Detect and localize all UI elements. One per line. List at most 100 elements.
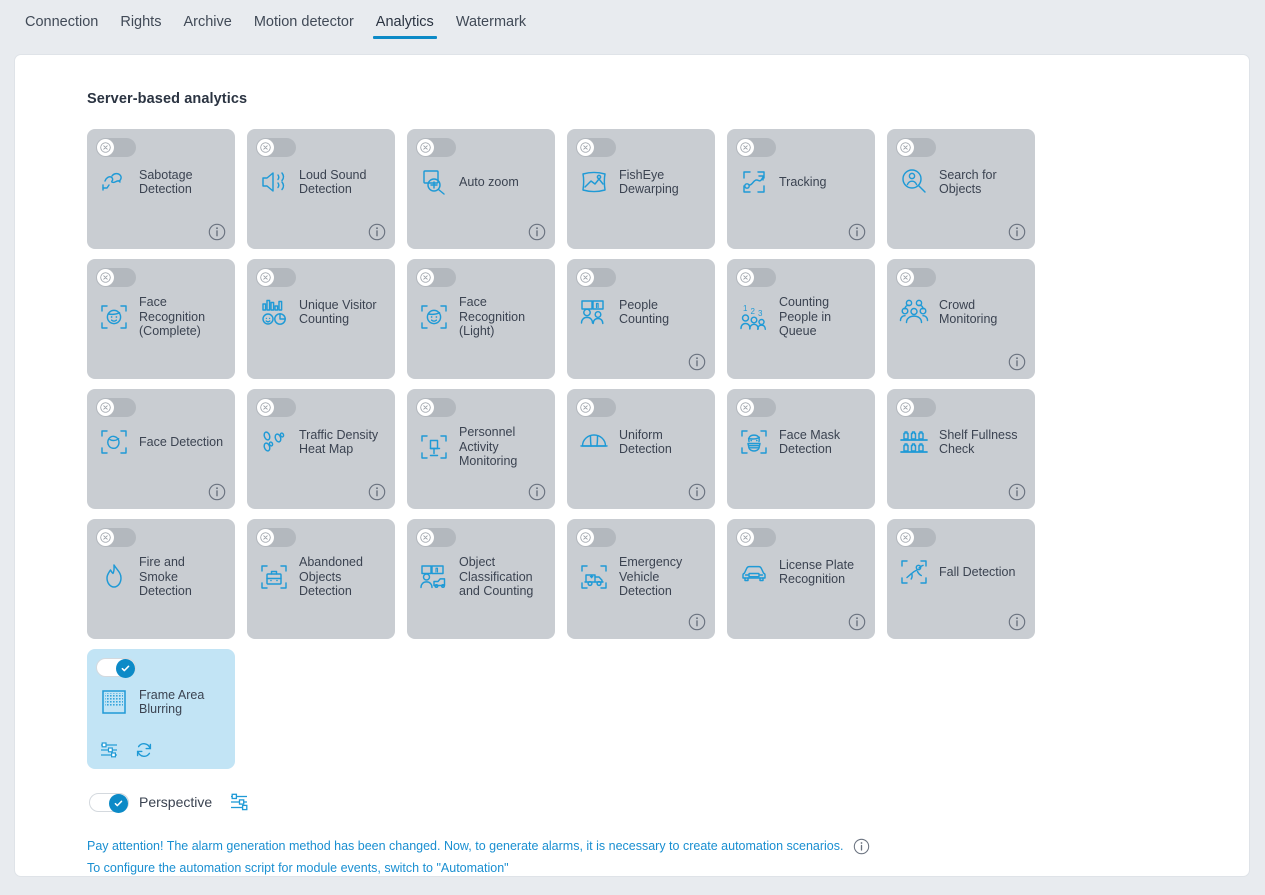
card-label: Abandoned Objects Detection xyxy=(299,555,363,598)
toggle-knob xyxy=(417,139,434,156)
tab-analytics[interactable]: Analytics xyxy=(365,0,445,43)
crowd-monitoring-icon xyxy=(897,295,931,329)
analytics-card[interactable]: Auto zoom xyxy=(407,129,555,249)
enable-toggle[interactable] xyxy=(416,268,456,287)
tab-connection[interactable]: Connection xyxy=(14,0,109,43)
enable-toggle[interactable] xyxy=(576,268,616,287)
card-label: Face Recognition (Complete) xyxy=(139,295,206,338)
analytics-card[interactable]: Shelf Fullness Check xyxy=(887,389,1035,509)
analytics-card[interactable]: Uniform Detection xyxy=(567,389,715,509)
analytics-card[interactable]: Face Mask Detection xyxy=(727,389,875,509)
analytics-card[interactable]: FishEye Dewarping xyxy=(567,129,715,249)
enable-toggle[interactable] xyxy=(96,268,136,287)
card-label: Unique Visitor Counting xyxy=(299,297,377,327)
analytics-card[interactable]: Search for Objects xyxy=(887,129,1035,249)
toggle-knob xyxy=(257,399,274,416)
enable-toggle[interactable] xyxy=(896,138,936,157)
card-label: Fire and Smoke Detection xyxy=(139,555,192,598)
perspective-toggle[interactable] xyxy=(89,792,129,813)
analytics-card[interactable]: Emergency Vehicle Detection xyxy=(567,519,715,639)
analytics-card[interactable]: Object Classification and Counting xyxy=(407,519,555,639)
settings-icon[interactable] xyxy=(228,791,250,813)
enable-toggle[interactable] xyxy=(896,398,936,417)
enable-toggle[interactable] xyxy=(96,398,136,417)
enable-toggle[interactable] xyxy=(256,528,296,547)
info-icon[interactable] xyxy=(528,483,546,501)
info-icon[interactable] xyxy=(1008,483,1026,501)
enable-toggle[interactable] xyxy=(416,528,456,547)
info-icon[interactable] xyxy=(1008,353,1026,371)
enable-toggle[interactable] xyxy=(96,658,136,678)
enable-toggle[interactable] xyxy=(736,398,776,417)
card-label: Shelf Fullness Check xyxy=(939,427,1018,457)
tab-watermark[interactable]: Watermark xyxy=(445,0,537,43)
analytics-card[interactable]: Tracking xyxy=(727,129,875,249)
info-icon[interactable] xyxy=(1008,223,1026,241)
analytics-card[interactable]: Crowd Monitoring xyxy=(887,259,1035,379)
info-icon[interactable] xyxy=(688,353,706,371)
card-body: People Counting xyxy=(577,295,707,329)
refresh-icon[interactable] xyxy=(134,740,154,760)
info-icon[interactable] xyxy=(688,613,706,631)
enable-toggle[interactable] xyxy=(576,398,616,417)
enable-toggle[interactable] xyxy=(256,138,296,157)
enable-toggle[interactable] xyxy=(96,528,136,547)
toggle-knob xyxy=(577,529,594,546)
enable-toggle[interactable] xyxy=(896,528,936,547)
card-body: Frame Area Blurring xyxy=(97,685,227,719)
analytics-card[interactable]: Abandoned Objects Detection xyxy=(247,519,395,639)
enable-toggle[interactable] xyxy=(416,138,456,157)
info-icon[interactable] xyxy=(528,223,546,241)
enable-toggle[interactable] xyxy=(256,398,296,417)
card-body: Abandoned Objects Detection xyxy=(257,555,387,599)
analytics-card[interactable]: 1 2 3 Counting People in Queue xyxy=(727,259,875,379)
analytics-card[interactable]: Fire and Smoke Detection xyxy=(87,519,235,639)
analytics-panel: Server-based analytics Sabotage Detectio… xyxy=(14,54,1250,877)
info-icon[interactable] xyxy=(368,483,386,501)
enable-toggle[interactable] xyxy=(416,398,456,417)
analytics-card[interactable]: People Counting xyxy=(567,259,715,379)
analytics-card[interactable]: Face Recognition (Complete) xyxy=(87,259,235,379)
info-icon[interactable] xyxy=(848,223,866,241)
perspective-label: Perspective xyxy=(139,794,213,810)
card-label: FishEye Dewarping xyxy=(619,167,679,197)
analytics-card[interactable]: Unique Visitor Counting xyxy=(247,259,395,379)
tab-rights[interactable]: Rights xyxy=(109,0,172,43)
enable-toggle[interactable] xyxy=(256,268,296,287)
info-icon[interactable] xyxy=(688,483,706,501)
toggle-knob xyxy=(897,529,914,546)
loud-sound-icon xyxy=(257,165,291,199)
tab-archive[interactable]: Archive xyxy=(172,0,242,43)
enable-toggle[interactable] xyxy=(896,268,936,287)
analytics-card[interactable]: Frame Area Blurring xyxy=(87,649,235,769)
card-label: People Counting xyxy=(619,297,670,327)
info-icon[interactable] xyxy=(1008,613,1026,631)
info-icon[interactable] xyxy=(853,838,870,855)
toggle-knob xyxy=(417,529,434,546)
analytics-card[interactable]: Loud Sound Detection xyxy=(247,129,395,249)
card-body: Face Mask Detection xyxy=(737,425,867,459)
analytics-card[interactable]: Face Detection xyxy=(87,389,235,509)
info-icon[interactable] xyxy=(368,223,386,241)
toggle-knob xyxy=(97,529,114,546)
enable-toggle[interactable] xyxy=(576,138,616,157)
analytics-card[interactable]: Fall Detection xyxy=(887,519,1035,639)
enable-toggle[interactable] xyxy=(736,138,776,157)
enable-toggle[interactable] xyxy=(736,528,776,547)
analytics-card[interactable]: Personnel Activity Monitoring xyxy=(407,389,555,509)
analytics-card[interactable]: License Plate Recognition xyxy=(727,519,875,639)
enable-toggle[interactable] xyxy=(736,268,776,287)
enable-toggle[interactable] xyxy=(576,528,616,547)
object-classification-icon xyxy=(417,560,451,594)
info-icon[interactable] xyxy=(848,613,866,631)
settings-icon[interactable] xyxy=(99,740,119,760)
analytics-card[interactable]: Face Recognition (Light) xyxy=(407,259,555,379)
info-icon[interactable] xyxy=(208,223,226,241)
tab-motion-detector[interactable]: Motion detector xyxy=(243,0,365,43)
uniform-detection-icon xyxy=(577,425,611,459)
enable-toggle[interactable] xyxy=(96,138,136,157)
toggle-knob xyxy=(737,399,754,416)
analytics-card[interactable]: Traffic Density Heat Map xyxy=(247,389,395,509)
analytics-card[interactable]: Sabotage Detection xyxy=(87,129,235,249)
info-icon[interactable] xyxy=(208,483,226,501)
